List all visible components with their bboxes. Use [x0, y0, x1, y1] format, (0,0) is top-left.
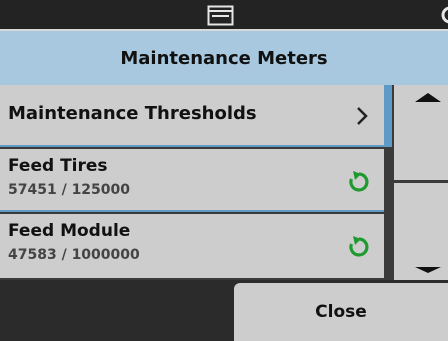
reset-icon[interactable]: [346, 234, 372, 260]
reset-icon[interactable]: [346, 169, 372, 195]
status-indicator-icon: [441, 6, 448, 24]
chevron-right-icon: [357, 107, 368, 125]
display-icon: [207, 5, 234, 26]
list-item-label: Maintenance Thresholds: [8, 103, 257, 124]
close-button[interactable]: Close: [234, 283, 448, 341]
list-item-label: Feed Tires: [8, 156, 108, 176]
scroll-down-button[interactable]: [394, 183, 448, 280]
list-item-feed-module: Feed Module 47583 / 1000000: [0, 214, 384, 278]
list-item-label: Feed Module: [8, 221, 131, 241]
meter-list: Maintenance Thresholds Feed Tires 57451 …: [0, 85, 384, 280]
title-bar: Maintenance Meters: [0, 31, 448, 85]
page-title: Maintenance Meters: [120, 47, 328, 69]
arrow-up-icon: [415, 93, 441, 102]
list-item-maintenance-thresholds[interactable]: Maintenance Thresholds: [0, 85, 384, 147]
status-bar: [0, 0, 448, 31]
meter-value: 47583 / 1000000: [8, 247, 140, 263]
scrollbar-thumb[interactable]: [384, 85, 392, 147]
list-item-feed-tires: Feed Tires 57451 / 125000: [0, 149, 384, 212]
meter-value: 57451 / 125000: [8, 182, 131, 198]
arrow-down-icon: [415, 267, 441, 273]
